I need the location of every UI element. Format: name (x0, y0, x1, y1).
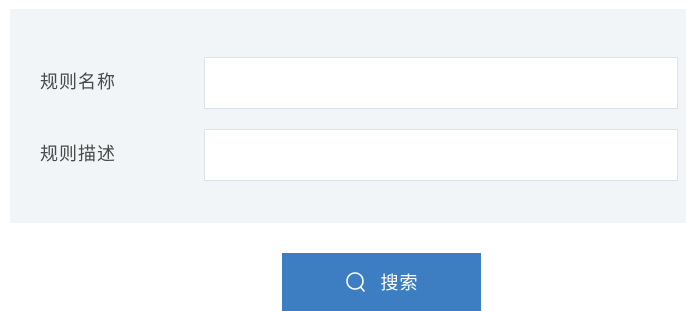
rule-description-input[interactable] (204, 129, 678, 181)
rule-search-page: 规则名称 规则描述 搜索 (0, 0, 696, 311)
rule-name-input[interactable] (204, 57, 678, 109)
rule-name-label: 规则名称 (40, 72, 116, 93)
rule-description-label: 规则描述 (40, 144, 116, 165)
search-button[interactable]: 搜索 (282, 253, 481, 311)
rule-description-row: 规则描述 (10, 129, 686, 181)
rule-name-row: 规则名称 (10, 57, 686, 109)
search-button-label: 搜索 (380, 273, 419, 294)
search-icon (345, 271, 367, 293)
search-form-panel: 规则名称 规则描述 (10, 9, 686, 223)
